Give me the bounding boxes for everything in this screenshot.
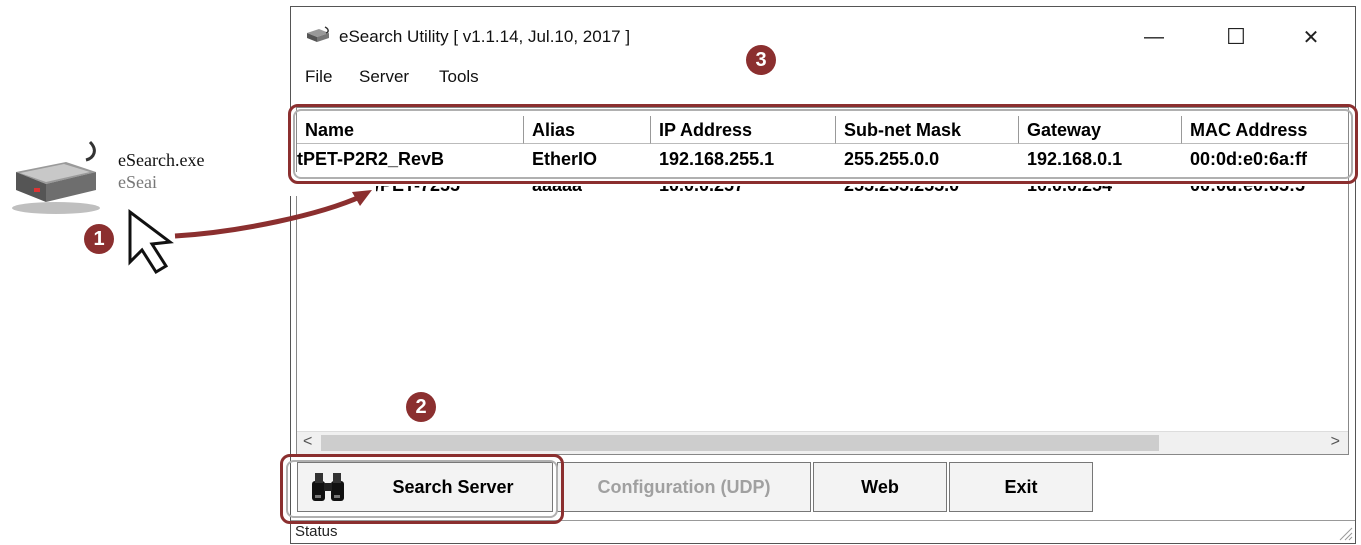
mouse-cursor-icon [128, 209, 174, 275]
step-2-badge: 2 [406, 392, 436, 422]
step-1-badge: 1 [84, 224, 114, 254]
annotation-arrow [128, 190, 372, 275]
step-3-badge: 3 [746, 45, 776, 75]
